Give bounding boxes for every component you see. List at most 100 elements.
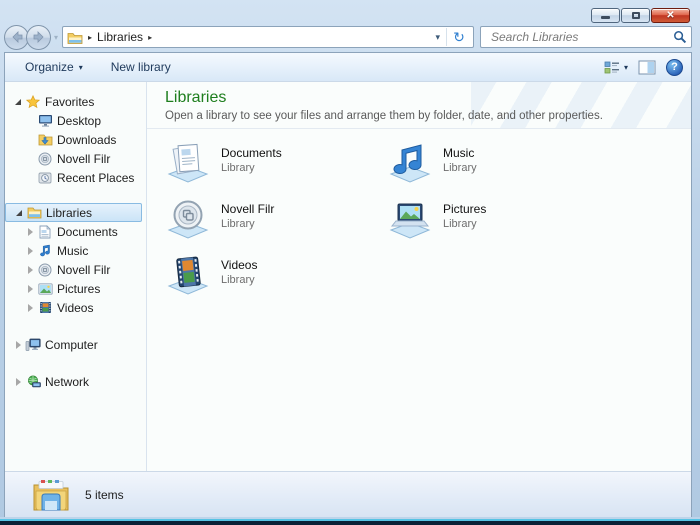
- libraries-folder-large-icon: [31, 477, 71, 513]
- minimize-icon: [601, 16, 610, 19]
- sidebar-item-label: Novell Filr: [57, 152, 110, 166]
- sidebar-item-pictures[interactable]: Pictures: [5, 279, 146, 298]
- tree-spacer: [5, 187, 146, 203]
- page-title: Libraries: [165, 89, 677, 107]
- sidebar-item-label: Favorites: [45, 95, 94, 109]
- library-type: Library: [443, 161, 477, 175]
- documents-icon: [37, 225, 53, 239]
- expander-closed-icon[interactable]: [25, 285, 35, 293]
- refresh-button[interactable]: ↻: [447, 27, 471, 47]
- network-icon: [25, 375, 41, 389]
- desktop-icon: [37, 114, 53, 128]
- forward-button[interactable]: [26, 25, 51, 50]
- sidebar-item-libraries[interactable]: Libraries: [5, 203, 142, 222]
- recent-pages-dropdown[interactable]: ▾: [54, 33, 58, 42]
- chevron-down-icon: ▾: [624, 63, 628, 72]
- library-list: Documents Library Music: [147, 129, 691, 301]
- close-icon: ✕: [666, 11, 674, 21]
- sidebar-item-favorites[interactable]: Favorites: [5, 92, 146, 111]
- expander-closed-icon[interactable]: [13, 378, 23, 386]
- library-tile-documents[interactable]: Documents Library: [165, 141, 387, 189]
- back-arrow-icon: [10, 31, 24, 43]
- breadcrumb[interactable]: Libraries: [97, 30, 143, 44]
- sidebar-item-music[interactable]: Music: [5, 241, 146, 260]
- sidebar-item-label: Network: [45, 375, 89, 389]
- sidebar-item-recent-places[interactable]: Recent Places: [5, 168, 146, 187]
- library-tile-novell-filr[interactable]: Novell Filr Library: [165, 197, 387, 245]
- toolbar-right-group: ▾ ?: [604, 59, 683, 76]
- library-type: Library: [221, 161, 282, 175]
- computer-icon: [25, 338, 41, 352]
- chevron-down-icon: ▾: [79, 63, 83, 72]
- library-tile-pictures[interactable]: Pictures Library: [387, 197, 609, 245]
- library-name: Documents: [221, 146, 282, 161]
- sidebar-item-novell-filr-library[interactable]: Novell Filr: [5, 260, 146, 279]
- expander-closed-icon[interactable]: [25, 304, 35, 312]
- tree-spacer: [5, 317, 146, 335]
- library-name: Videos: [221, 258, 257, 273]
- search-input[interactable]: [489, 29, 673, 45]
- breadcrumb-arrow-icon[interactable]: ▸: [88, 33, 92, 42]
- breadcrumb-arrow-icon[interactable]: ▸: [148, 33, 152, 42]
- videos-icon: [37, 301, 53, 315]
- views-icon: [604, 60, 621, 75]
- library-name: Pictures: [443, 202, 486, 217]
- sidebar-item-downloads[interactable]: Downloads: [5, 130, 146, 149]
- expander-closed-icon[interactable]: [25, 228, 35, 236]
- help-button[interactable]: ?: [666, 59, 683, 76]
- sidebar-item-documents[interactable]: Documents: [5, 222, 146, 241]
- address-bar[interactable]: ▸ Libraries ▸ ▾ ↻: [62, 26, 474, 48]
- documents-library-icon: [165, 141, 211, 185]
- address-dropdown-icon[interactable]: ▾: [429, 32, 446, 43]
- minimize-button[interactable]: [591, 8, 620, 23]
- library-name: Music: [443, 146, 477, 161]
- sidebar-item-label: Pictures: [57, 282, 100, 296]
- maximize-button[interactable]: [621, 8, 650, 23]
- new-library-button[interactable]: New library: [103, 57, 179, 77]
- novell-filr-icon: [37, 263, 53, 277]
- navigation-pane: Favorites Desktop Downloads: [5, 82, 147, 471]
- expander-closed-icon[interactable]: [25, 266, 35, 274]
- pictures-icon: [37, 282, 53, 296]
- preview-pane-icon: [638, 60, 656, 75]
- expander-open-icon[interactable]: [14, 210, 24, 216]
- sidebar-item-label: Downloads: [57, 133, 116, 147]
- downloads-icon: [37, 133, 53, 147]
- videos-library-icon: [165, 253, 211, 297]
- organize-button[interactable]: Organize ▾: [17, 57, 91, 77]
- close-button[interactable]: ✕: [651, 8, 690, 23]
- search-box[interactable]: [480, 26, 692, 48]
- library-type: Library: [443, 217, 486, 231]
- status-bar: 5 items: [5, 471, 691, 517]
- sidebar-item-desktop[interactable]: Desktop: [5, 111, 146, 130]
- libraries-folder-icon: [26, 206, 42, 220]
- expander-closed-icon[interactable]: [13, 341, 23, 349]
- music-library-icon: [387, 141, 433, 185]
- sidebar-item-label: Documents: [57, 225, 118, 239]
- sidebar-item-videos[interactable]: Videos: [5, 298, 146, 317]
- window-controls: ✕: [591, 8, 690, 23]
- library-tile-music[interactable]: Music Library: [387, 141, 609, 189]
- item-count: 5 items: [85, 488, 124, 502]
- window-bottom-frame: [0, 517, 700, 525]
- novell-filr-icon: [37, 152, 53, 166]
- help-icon: ?: [671, 61, 678, 73]
- change-view-button[interactable]: ▾: [604, 60, 628, 75]
- sidebar-item-label: Desktop: [57, 114, 101, 128]
- library-name: Novell Filr: [221, 202, 274, 217]
- sidebar-item-computer[interactable]: Computer: [5, 335, 146, 354]
- folder-icon: [67, 31, 83, 44]
- sidebar-item-label: Videos: [57, 301, 93, 315]
- expander-closed-icon[interactable]: [25, 247, 35, 255]
- content-header: Libraries Open a library to see your fil…: [147, 82, 691, 129]
- novell-filr-library-icon: [165, 197, 211, 241]
- library-tile-videos[interactable]: Videos Library: [165, 253, 387, 301]
- forward-arrow-icon: [32, 31, 46, 43]
- search-icon[interactable]: [673, 30, 687, 44]
- organize-label: Organize: [25, 60, 74, 74]
- preview-pane-button[interactable]: [638, 60, 656, 75]
- sidebar-item-label: Music: [57, 244, 88, 258]
- expander-open-icon[interactable]: [13, 99, 23, 105]
- sidebar-item-novell-filr[interactable]: Novell Filr: [5, 149, 146, 168]
- sidebar-item-network[interactable]: Network: [5, 372, 146, 391]
